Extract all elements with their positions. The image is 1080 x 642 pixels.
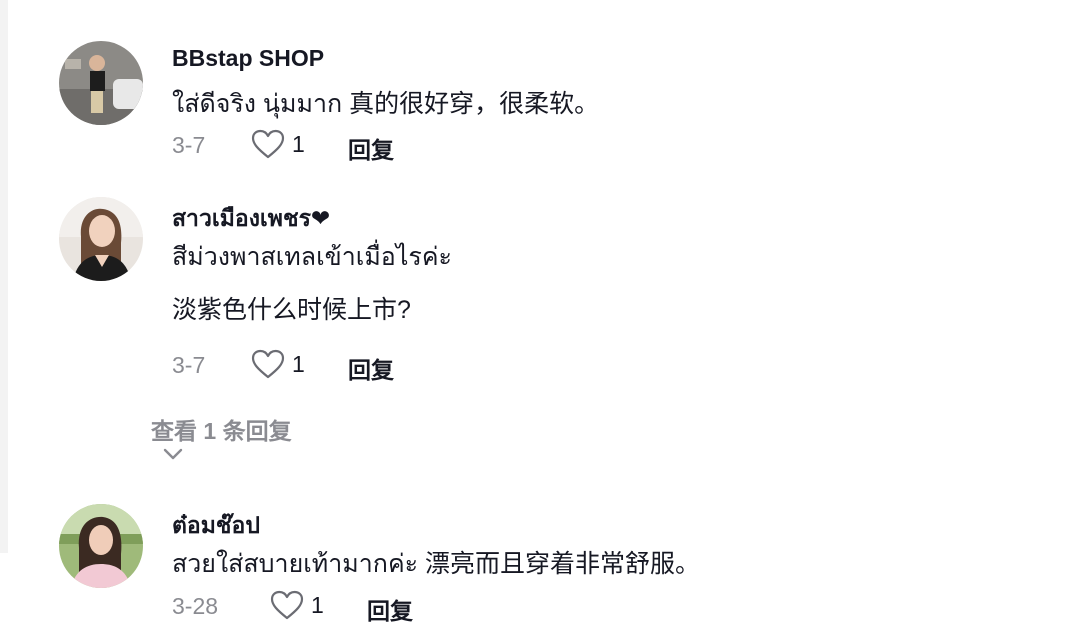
left-divider xyxy=(0,0,8,553)
reply-button[interactable]: 回复 xyxy=(348,351,394,385)
avatar[interactable] xyxy=(59,41,143,125)
heart-outline-icon[interactable] xyxy=(250,128,286,160)
comment-date: 3-7 xyxy=(172,352,206,378)
view-replies-button[interactable]: 查看 1 条回复 xyxy=(151,412,292,446)
reply-button[interactable]: 回复 xyxy=(348,131,394,165)
comment-username[interactable]: ต๋อมช๊อป xyxy=(172,508,260,544)
comment-text: ใส่ดีจริง นุ่มมาก 真的很好穿，很柔软。 xyxy=(172,90,600,118)
comment-date: 3-7 xyxy=(172,132,206,158)
comment-username[interactable]: BBstap SHOP xyxy=(172,45,324,72)
reply-button[interactable]: 回复 xyxy=(367,592,413,626)
avatar[interactable] xyxy=(59,197,143,281)
like-count: 1 xyxy=(311,592,324,618)
comment-text: สีม่วงพาสเทลเข้าเมื่อไรค่ะ xyxy=(172,243,452,271)
comments-panel: BBstap SHOP ใส่ดีจริง นุ่มมาก 真的很好穿，很柔软。… xyxy=(0,0,1080,642)
chevron-down-icon[interactable] xyxy=(162,446,184,462)
like-count: 1 xyxy=(292,131,305,157)
comment-date: 3-28 xyxy=(172,593,219,619)
avatar[interactable] xyxy=(59,504,143,588)
comment-text: สวยใส่สบายเท้ามากค่ะ 漂亮而且穿着非常舒服。 xyxy=(172,550,701,578)
heart-outline-icon[interactable] xyxy=(250,348,286,380)
comment-username[interactable]: สาวเมืองเพชร❤ xyxy=(172,201,330,237)
comment-translation: 淡紫色什么时候上市? xyxy=(172,296,411,324)
like-count: 1 xyxy=(292,351,305,377)
heart-outline-icon[interactable] xyxy=(269,589,305,621)
